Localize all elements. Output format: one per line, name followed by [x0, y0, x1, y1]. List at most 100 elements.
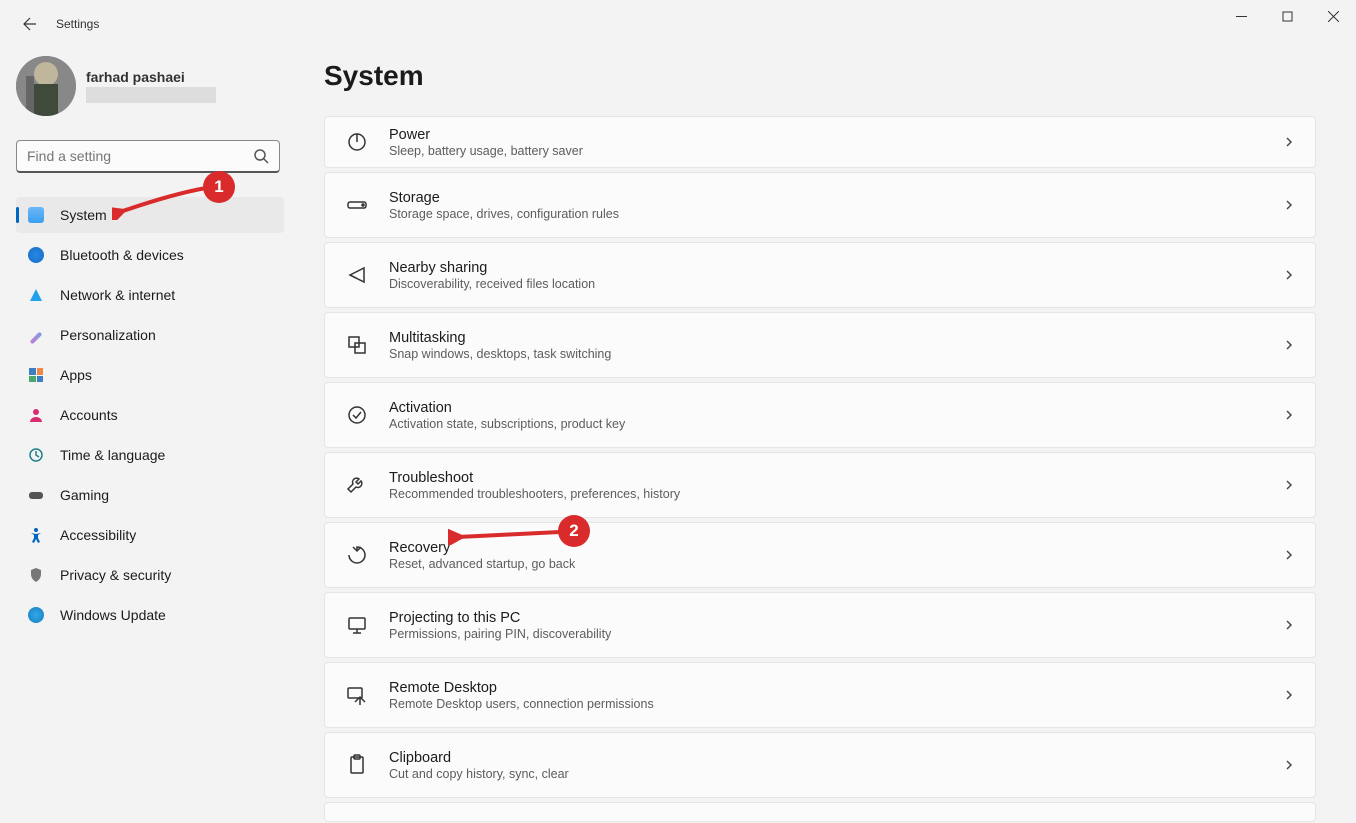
window-controls: [1218, 0, 1356, 32]
setting-title: Projecting to this PC: [389, 610, 1283, 626]
sidebar: farhad pashaei System Bluetooth & device…: [0, 48, 300, 823]
setting-clipboard[interactable]: ClipboardCut and copy history, sync, cle…: [324, 732, 1316, 798]
minimize-icon: [1236, 11, 1247, 22]
accounts-icon: [28, 407, 44, 423]
remote-desktop-icon: [345, 683, 369, 707]
sidebar-label: Network & internet: [60, 287, 175, 303]
privacy-icon: [28, 567, 44, 583]
sidebar-item-privacy[interactable]: Privacy & security: [16, 557, 284, 593]
personalization-icon: [28, 327, 44, 343]
close-icon: [1328, 11, 1339, 22]
sidebar-item-update[interactable]: Windows Update: [16, 597, 284, 633]
power-icon: [345, 130, 369, 154]
setting-storage[interactable]: StorageStorage space, drives, configurat…: [324, 172, 1316, 238]
search-box[interactable]: [16, 140, 280, 173]
chevron-right-icon: [1283, 549, 1295, 561]
setting-nearby-sharing[interactable]: Nearby sharingDiscoverability, received …: [324, 242, 1316, 308]
setting-remote-desktop[interactable]: Remote DesktopRemote Desktop users, conn…: [324, 662, 1316, 728]
sidebar-item-accessibility[interactable]: Accessibility: [16, 517, 284, 553]
setting-projecting[interactable]: Projecting to this PCPermissions, pairin…: [324, 592, 1316, 658]
troubleshoot-icon: [345, 473, 369, 497]
setting-sub: Permissions, pairing PIN, discoverabilit…: [389, 627, 1283, 641]
main-content: System PowerSleep, battery usage, batter…: [300, 48, 1356, 823]
chevron-right-icon: [1283, 136, 1295, 148]
setting-sub: Discoverability, received files location: [389, 277, 1283, 291]
sidebar-item-time[interactable]: Time & language: [16, 437, 284, 473]
annotation-badge-1: 1: [203, 171, 235, 203]
chevron-right-icon: [1283, 339, 1295, 351]
setting-sub: Snap windows, desktops, task switching: [389, 347, 1283, 361]
update-icon: [28, 607, 44, 623]
sidebar-item-gaming[interactable]: Gaming: [16, 477, 284, 513]
system-icon: [28, 207, 44, 223]
setting-sub: Storage space, drives, configuration rul…: [389, 207, 1283, 221]
gaming-icon: [28, 487, 44, 503]
search-input[interactable]: [27, 148, 253, 164]
sidebar-label: Bluetooth & devices: [60, 247, 184, 263]
setting-troubleshoot[interactable]: TroubleshootRecommended troubleshooters,…: [324, 452, 1316, 518]
chevron-right-icon: [1283, 759, 1295, 771]
chevron-right-icon: [1283, 199, 1295, 211]
profile-name: farhad pashaei: [86, 69, 216, 85]
time-language-icon: [28, 447, 44, 463]
sidebar-label: System: [60, 207, 107, 223]
storage-icon: [345, 193, 369, 217]
clipboard-icon: [345, 753, 369, 777]
setting-title: Activation: [389, 400, 1283, 416]
back-arrow-icon: [22, 16, 38, 32]
maximize-button[interactable]: [1264, 0, 1310, 32]
setting-sub: Activation state, subscriptions, product…: [389, 417, 1283, 431]
chevron-right-icon: [1283, 409, 1295, 421]
minimize-button[interactable]: [1218, 0, 1264, 32]
annotation-arrow-1: [112, 184, 210, 220]
chevron-right-icon: [1283, 689, 1295, 701]
setting-title: Power: [389, 127, 1283, 143]
sidebar-item-bluetooth[interactable]: Bluetooth & devices: [16, 237, 284, 273]
accessibility-icon: [28, 527, 44, 543]
sidebar-label: Accessibility: [60, 527, 136, 543]
setting-sub: Reset, advanced startup, go back: [389, 557, 1283, 571]
sidebar-item-personalization[interactable]: Personalization: [16, 317, 284, 353]
setting-title: Storage: [389, 190, 1283, 206]
annotation-badge-2: 2: [558, 515, 590, 547]
profile-block[interactable]: farhad pashaei: [16, 56, 300, 116]
setting-multitasking[interactable]: MultitaskingSnap windows, desktops, task…: [324, 312, 1316, 378]
profile-email-placeholder: [86, 87, 216, 103]
setting-sub: Remote Desktop users, connection permiss…: [389, 697, 1283, 711]
setting-title: Remote Desktop: [389, 680, 1283, 696]
chevron-right-icon: [1283, 479, 1295, 491]
chevron-right-icon: [1283, 619, 1295, 631]
sidebar-item-accounts[interactable]: Accounts: [16, 397, 284, 433]
annotation-arrow-2: [448, 525, 563, 545]
back-button[interactable]: [12, 6, 48, 42]
recovery-icon: [345, 543, 369, 567]
nearby-sharing-icon: [345, 263, 369, 287]
apps-icon: [28, 367, 44, 383]
sidebar-label: Personalization: [60, 327, 156, 343]
sidebar-label: Time & language: [60, 447, 165, 463]
sidebar-item-network[interactable]: Network & internet: [16, 277, 284, 313]
sidebar-label: Accounts: [60, 407, 118, 423]
window-title: Settings: [56, 17, 99, 31]
setting-title: Nearby sharing: [389, 260, 1283, 276]
network-icon: [28, 287, 44, 303]
setting-activation[interactable]: ActivationActivation state, subscription…: [324, 382, 1316, 448]
multitasking-icon: [345, 333, 369, 357]
setting-title: Troubleshoot: [389, 470, 1283, 486]
projecting-icon: [345, 613, 369, 637]
setting-card-partial[interactable]: [324, 802, 1316, 822]
activation-icon: [345, 403, 369, 427]
setting-sub: Sleep, battery usage, battery saver: [389, 144, 1283, 158]
avatar: [16, 56, 76, 116]
setting-sub: Cut and copy history, sync, clear: [389, 767, 1283, 781]
sidebar-item-apps[interactable]: Apps: [16, 357, 284, 393]
setting-title: Multitasking: [389, 330, 1283, 346]
sidebar-label: Gaming: [60, 487, 109, 503]
close-button[interactable]: [1310, 0, 1356, 32]
sidebar-label: Windows Update: [60, 607, 166, 623]
page-title: System: [324, 60, 1316, 92]
setting-power[interactable]: PowerSleep, battery usage, battery saver: [324, 116, 1316, 168]
titlebar: Settings: [0, 0, 1356, 48]
sidebar-label: Privacy & security: [60, 567, 171, 583]
bluetooth-icon: [28, 247, 44, 263]
